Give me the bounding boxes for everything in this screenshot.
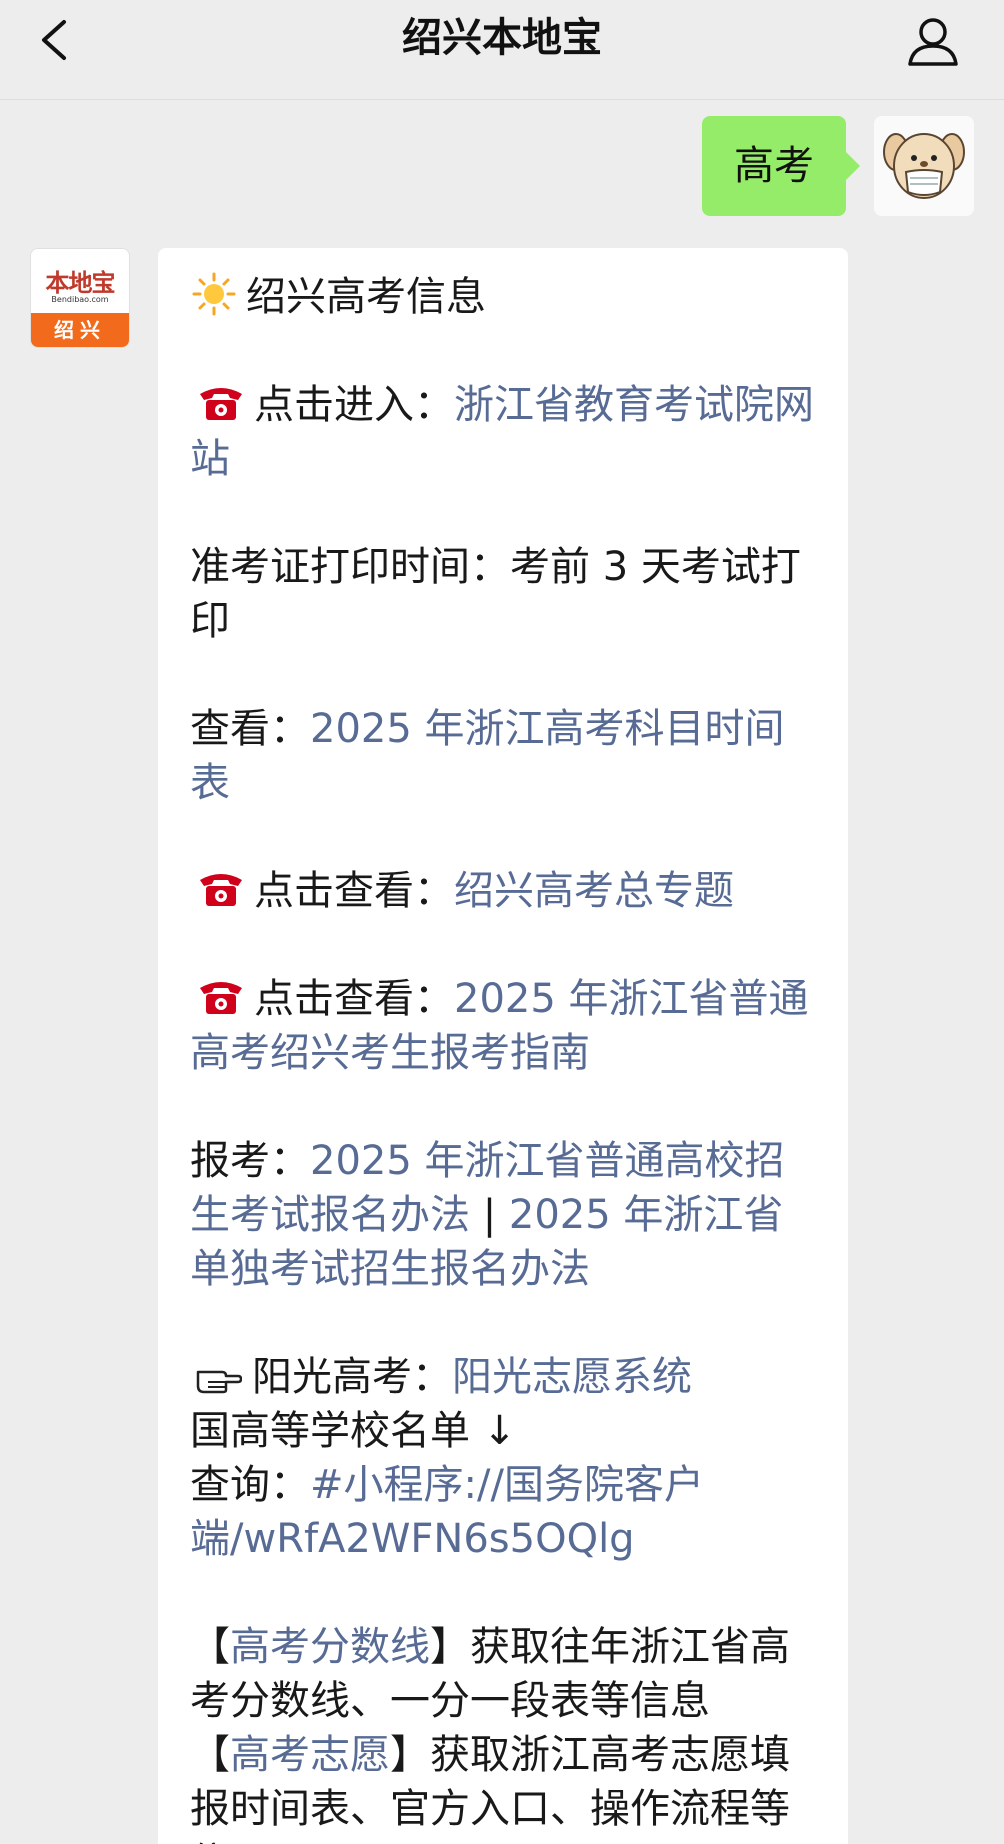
message-heading-line: 绍兴高考信息 (190, 270, 818, 324)
user-avatar[interactable] (874, 116, 974, 216)
bot-avatar[interactable]: 本地宝 Bendibao.com 绍兴 (30, 248, 130, 348)
score-keyword-link[interactable]: 高考分数线 (230, 1624, 430, 1670)
guide-label: 点击查看： (254, 976, 454, 1022)
volunteer-keyword-link[interactable]: 高考志愿 (230, 1732, 390, 1778)
line-topic: 点击查看：绍兴高考总专题 (190, 864, 818, 918)
outgoing-message[interactable]: 高考 (702, 116, 860, 216)
profile-button[interactable] (904, 12, 962, 70)
nav-bar: 绍兴本地宝 (0, 0, 1004, 100)
message-heading: 绍兴高考信息 (246, 274, 486, 320)
registration-label: 报考： (190, 1138, 310, 1184)
sunshine-label: 阳光高考： (252, 1354, 452, 1400)
page-title: 绍兴本地宝 (402, 15, 602, 61)
line-volunteer: 【高考志愿】获取浙江高考志愿填报时间表、官方入口、操作流程等信 (190, 1728, 818, 1844)
telephone-icon (196, 974, 246, 1018)
registration-separator: | (470, 1192, 509, 1238)
person-icon (908, 18, 958, 66)
telephone-icon (196, 380, 246, 424)
dog-mask-avatar-icon (874, 116, 974, 216)
pointing-hand-icon (196, 1354, 243, 1394)
bracket-open: 【 (190, 1624, 230, 1670)
logo-brand-name: 本地宝 (45, 269, 116, 297)
sunshine-link[interactable]: 阳光志愿系统 (452, 1354, 692, 1400)
line-schedule: 查看：2025 年浙江高考科目时间表 (190, 702, 818, 810)
topic-link[interactable]: 绍兴高考总专题 (454, 868, 734, 914)
exam-site-label: 点击进入： (254, 382, 454, 428)
university-list-text: 国高等学校名单 ↓ (190, 1408, 517, 1454)
schedule-label: 查看： (190, 706, 310, 752)
topic-label: 点击查看： (254, 868, 454, 914)
incoming-message: 绍兴高考信息 点击进入：浙江省教育考试院网站 准考证打印时间：考前 3 天考试打… (158, 248, 848, 1844)
line-score: 【高考分数线】获取往年浙江省高考分数线、一分一段表等信息 (190, 1620, 818, 1728)
logo-city: 绍兴 (31, 313, 129, 347)
admission-ticket-text: 准考证打印时间：考前 3 天考试打印 (190, 544, 801, 644)
line-sunshine: 阳光高考：阳光志愿系统 (190, 1350, 818, 1404)
bracket-open: 【 (190, 1732, 230, 1778)
line-registration: 报考：2025 年浙江省普通高校招生考试报名办法 | 2025 年浙江省单独考试… (190, 1134, 818, 1296)
line-query: 查询：#小程序://国务院客户端/wRfA2WFN6s5OQlg (190, 1458, 818, 1566)
telephone-icon (196, 866, 246, 910)
line-guide: 点击查看：2025 年浙江省普通高考绍兴考生报考指南 (190, 972, 818, 1080)
logo-domain: Bendibao.com (51, 295, 109, 304)
line-exam-site: 点击进入：浙江省教育考试院网站 (190, 378, 818, 486)
sun-icon (190, 272, 238, 316)
query-label: 查询： (190, 1462, 310, 1508)
